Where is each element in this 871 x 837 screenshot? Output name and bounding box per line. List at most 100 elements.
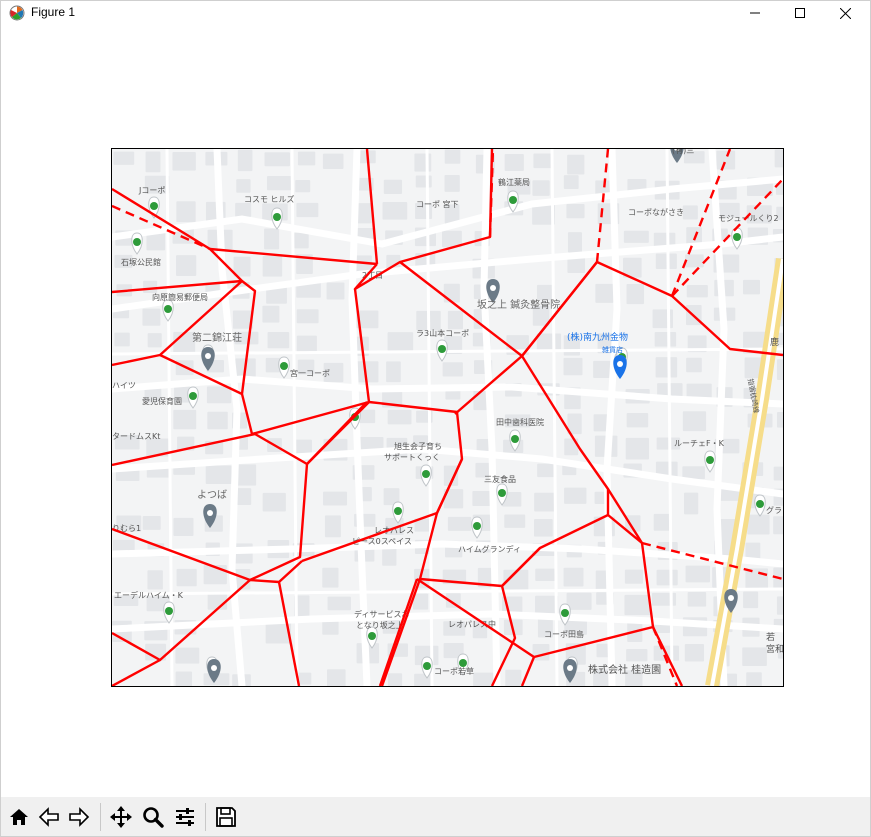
building: [386, 361, 401, 383]
building: [683, 492, 699, 515]
data-point: [368, 632, 376, 640]
building: [414, 673, 433, 686]
building: [624, 569, 643, 584]
building: [147, 570, 163, 590]
building: [472, 491, 493, 506]
pin-dot: [567, 665, 573, 671]
building: [655, 253, 677, 269]
building: [654, 332, 677, 347]
map-label: 鹿: [770, 336, 779, 348]
figure-window: Figure 1 Jコーポ 石塚公民館 コスモ ヒルズ コーポ 宮下 鶴江薬局 …: [0, 0, 871, 837]
close-icon: [839, 7, 851, 19]
data-point: [473, 522, 481, 530]
building: [142, 308, 161, 326]
map-label: エーデルハイム・K: [114, 590, 184, 600]
title-bar[interactable]: Figure 1: [1, 1, 870, 25]
forward-button[interactable]: [65, 803, 93, 831]
data-point: [273, 213, 281, 221]
map-label: 宮和: [766, 643, 783, 655]
building: [716, 150, 736, 170]
building: [387, 409, 412, 425]
building: [382, 201, 408, 220]
map-label: となり坂之上: [356, 620, 404, 630]
toolbar-separator: [100, 803, 101, 831]
navigation-toolbar: [1, 797, 870, 836]
building: [296, 202, 319, 218]
data-point: [511, 435, 519, 443]
building: [504, 154, 524, 171]
building: [294, 232, 309, 249]
building: [266, 176, 292, 191]
pan-button[interactable]: [107, 803, 135, 831]
map-label: コーポ若草: [434, 666, 474, 676]
building: [415, 175, 432, 188]
map-label: ディサービスお: [354, 609, 409, 619]
map-label: 若: [766, 631, 775, 643]
building: [262, 255, 283, 277]
pan-icon: [110, 806, 132, 828]
back-button[interactable]: [35, 803, 63, 831]
close-button[interactable]: [822, 1, 868, 25]
building: [626, 284, 645, 305]
map-label: よつば: [197, 489, 227, 501]
data-point: [394, 507, 402, 515]
building: [655, 357, 678, 378]
building: [567, 257, 586, 274]
building: [742, 279, 761, 295]
building: [776, 596, 783, 615]
home-button[interactable]: [5, 803, 33, 831]
pin-dot: [617, 361, 623, 367]
map-axes[interactable]: Jコーポ 石塚公民館 コスモ ヒルズ コーポ 宮下 鶴江薬局 コーポながさき モジュールくり…: [111, 148, 784, 687]
building: [235, 202, 252, 217]
map-label: 石塚公民館: [121, 257, 161, 267]
matplotlib-icon: [9, 5, 25, 21]
building: [264, 152, 290, 167]
minimize-button[interactable]: [732, 1, 778, 25]
building: [387, 332, 414, 351]
sliders-icon: [176, 808, 194, 826]
map-label: 雑貨店: [602, 345, 623, 354]
building: [143, 280, 158, 293]
data-point: [509, 196, 517, 204]
building: [595, 283, 614, 303]
data-point: [438, 345, 446, 353]
building: [625, 437, 650, 460]
zoom-button[interactable]: [139, 803, 167, 831]
building: [387, 673, 403, 686]
maximize-button[interactable]: [777, 1, 823, 25]
building: [533, 518, 553, 537]
building: [563, 567, 584, 587]
building: [173, 517, 194, 537]
building: [236, 488, 252, 505]
data-point: [150, 202, 158, 210]
building: [176, 255, 197, 277]
configure-subplots-button[interactable]: [171, 803, 199, 831]
save-button[interactable]: [212, 803, 240, 831]
map-image: Jコーポ石塚公民館コスモ ヒルズコーポ 宮下鶴江薬局コーポながさきモジュールくり…: [112, 149, 783, 686]
building: [773, 466, 783, 481]
building: [687, 591, 707, 607]
map-label: タードムスKt: [112, 432, 160, 441]
building: [262, 305, 280, 323]
map-label: Jコーポ: [138, 186, 165, 195]
building: [773, 516, 783, 535]
building: [326, 282, 345, 300]
building: [685, 565, 711, 583]
data-point: [498, 489, 506, 497]
building: [176, 568, 197, 587]
back-arrow-icon: [38, 807, 59, 827]
building: [176, 201, 196, 223]
pin-dot: [728, 595, 734, 601]
data-point: [422, 470, 430, 478]
map-label: (有)三: [672, 149, 694, 155]
map-label: ハイムグランディ: [458, 544, 521, 554]
map-label: 向原簡易郵便局: [152, 292, 208, 302]
building: [412, 593, 429, 610]
building: [327, 669, 346, 686]
data-point: [133, 238, 141, 246]
building: [567, 232, 583, 253]
forward-arrow-icon: [69, 807, 90, 827]
pin-dot: [211, 665, 217, 671]
data-point: [733, 233, 741, 241]
building: [267, 332, 290, 349]
